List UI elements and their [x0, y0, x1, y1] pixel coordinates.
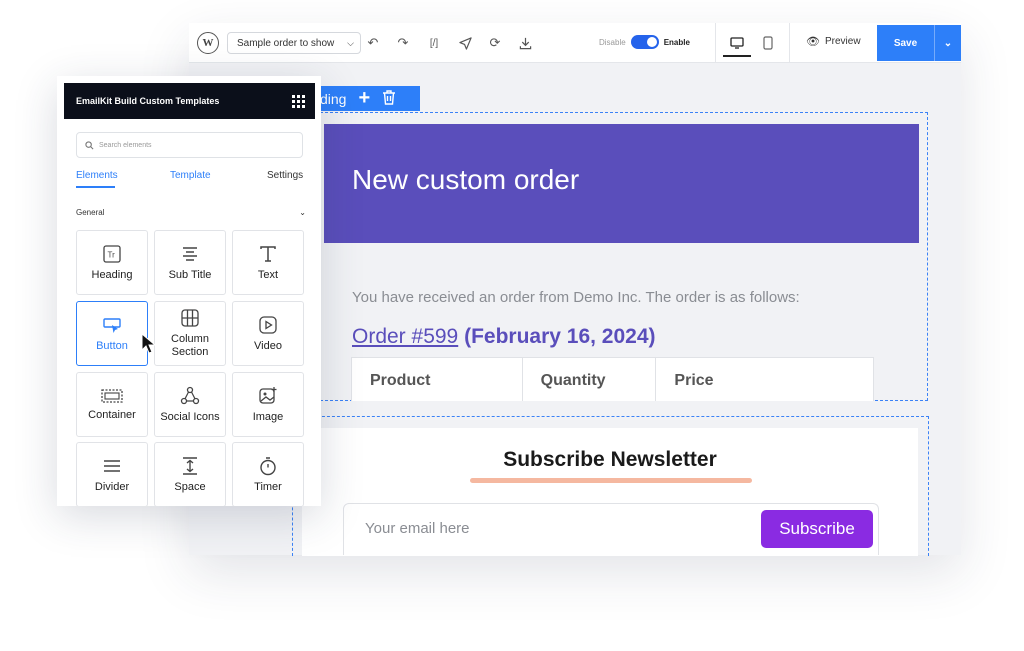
- tab-settings[interactable]: Settings: [267, 170, 303, 181]
- text-icon: [260, 245, 276, 262]
- element-label: Button: [96, 339, 128, 352]
- element-label: Social Icons: [160, 410, 220, 423]
- divider: [715, 23, 716, 63]
- svg-text:Tr: Tr: [108, 250, 116, 259]
- element-video[interactable]: Video: [232, 301, 304, 366]
- search-icon: [85, 140, 94, 149]
- redo-icon[interactable]: ↷: [393, 33, 413, 53]
- code-label: [/]: [429, 37, 439, 49]
- newsletter-title: Subscribe Newsletter: [503, 448, 717, 471]
- element-button[interactable]: Button: [76, 301, 148, 366]
- element-label: Container: [88, 408, 136, 421]
- divider: [789, 23, 790, 63]
- search-placeholder: Search elements: [99, 141, 152, 149]
- panel-title: EmailKit Build Custom Templates: [76, 96, 220, 106]
- order-date: (February 16, 2024): [464, 325, 656, 348]
- preview-button[interactable]: 👁 Preview: [806, 35, 861, 48]
- subtitle-icon: [183, 246, 197, 261]
- enable-label: Enable: [663, 37, 690, 47]
- chevron-down-icon: ⌵: [347, 37, 354, 48]
- order-table: Product Quantity Price: [351, 357, 874, 401]
- element-label: Heading: [91, 268, 133, 281]
- element-column-section[interactable]: Column Section: [154, 301, 226, 366]
- element-label: Timer: [254, 480, 282, 493]
- undo-icon[interactable]: ↶: [363, 33, 383, 53]
- timer-icon: [260, 456, 276, 475]
- element-label: Text: [257, 268, 279, 281]
- video-icon: [259, 315, 277, 334]
- save-label: Save: [893, 37, 918, 49]
- divider-icon: [104, 459, 120, 472]
- add-icon[interactable]: +: [358, 87, 370, 110]
- received-text: You have received an order from Demo Inc…: [352, 289, 800, 306]
- element-container[interactable]: Container: [76, 372, 148, 437]
- enable-toggle[interactable]: [630, 35, 659, 49]
- template-select[interactable]: Sample order to show ⌵: [227, 32, 361, 54]
- tab-elements[interactable]: Elements: [76, 170, 118, 181]
- preview-label: Preview: [824, 36, 861, 47]
- top-toolbar: W Sample order to show ⌵ ↶ ↷ [/] ⟳ Disab…: [189, 23, 961, 63]
- mobile-view-icon[interactable]: [758, 33, 778, 53]
- hero-title: New custom order: [352, 164, 580, 195]
- email-hero-banner[interactable]: New custom order: [324, 124, 919, 243]
- space-icon: [183, 456, 197, 475]
- element-text[interactable]: Text: [232, 230, 304, 295]
- block-label: ding: [320, 90, 347, 107]
- element-space[interactable]: Space: [154, 442, 226, 506]
- element-heading[interactable]: Tr Heading: [76, 230, 148, 295]
- subscribe-label: Subscribe: [779, 519, 855, 538]
- order-heading: Order #599 (February 16, 2024): [352, 325, 656, 349]
- block-toolbar: ding +: [318, 86, 420, 111]
- grid-menu-icon[interactable]: [292, 94, 305, 108]
- download-icon[interactable]: [515, 33, 535, 53]
- element-timer[interactable]: Timer: [232, 442, 304, 506]
- table-header-quantity: Quantity: [523, 358, 657, 401]
- title-underline: [470, 478, 752, 483]
- element-subtitle[interactable]: Sub Title: [154, 230, 226, 295]
- refresh-icon[interactable]: ⟳: [485, 33, 505, 53]
- template-select-value: Sample order to show: [237, 37, 335, 49]
- save-dropdown-icon[interactable]: ⌄: [934, 25, 961, 61]
- element-label: Sub Title: [168, 268, 212, 281]
- active-tab-indicator: [76, 186, 115, 188]
- section-general[interactable]: General ⌄: [76, 208, 306, 217]
- image-icon: [259, 386, 277, 404]
- newsletter-outline-right: [928, 416, 929, 556]
- order-link[interactable]: Order #599: [352, 325, 458, 348]
- column-icon: [181, 309, 199, 327]
- table-header-product: Product: [352, 358, 523, 401]
- element-divider[interactable]: Divider: [76, 442, 148, 506]
- trash-icon[interactable]: [382, 89, 396, 108]
- table-header-price: Price: [674, 372, 714, 389]
- tab-template[interactable]: Template: [170, 170, 211, 181]
- heading-icon: Tr: [103, 244, 121, 263]
- code-icon[interactable]: [/]: [423, 33, 445, 53]
- email-placeholder: Your email here: [365, 520, 470, 537]
- panel-header: EmailKit Build Custom Templates: [64, 83, 315, 119]
- desktop-view-icon[interactable]: [723, 29, 751, 57]
- elements-panel: EmailKit Build Custom Templates Search e…: [57, 76, 321, 506]
- save-button[interactable]: Save ⌄: [877, 25, 961, 61]
- enable-toggle-group: Disable Enable: [599, 35, 690, 49]
- button-icon: [103, 317, 121, 333]
- eye-icon: 👁: [806, 36, 820, 48]
- search-input[interactable]: Search elements: [76, 132, 303, 158]
- element-label: Video: [254, 339, 282, 352]
- panel-tabs: Elements Template Settings: [76, 170, 304, 190]
- chevron-down-icon: ⌄: [299, 208, 306, 217]
- section-title: General: [76, 208, 105, 217]
- subscribe-button[interactable]: Subscribe: [761, 510, 873, 548]
- element-image[interactable]: Image: [232, 372, 304, 437]
- element-label: Column Section: [171, 333, 209, 358]
- mouse-cursor-icon: [141, 333, 157, 354]
- element-label: Divider: [94, 480, 130, 493]
- element-label: Image: [252, 410, 284, 423]
- disable-label: Disable: [599, 37, 626, 47]
- social-icon: [180, 386, 200, 404]
- element-label: Space: [174, 480, 206, 493]
- container-icon: [101, 388, 123, 403]
- send-icon[interactable]: [455, 33, 475, 53]
- wordpress-icon[interactable]: W: [197, 32, 219, 54]
- element-social-icons[interactable]: Social Icons: [154, 372, 226, 437]
